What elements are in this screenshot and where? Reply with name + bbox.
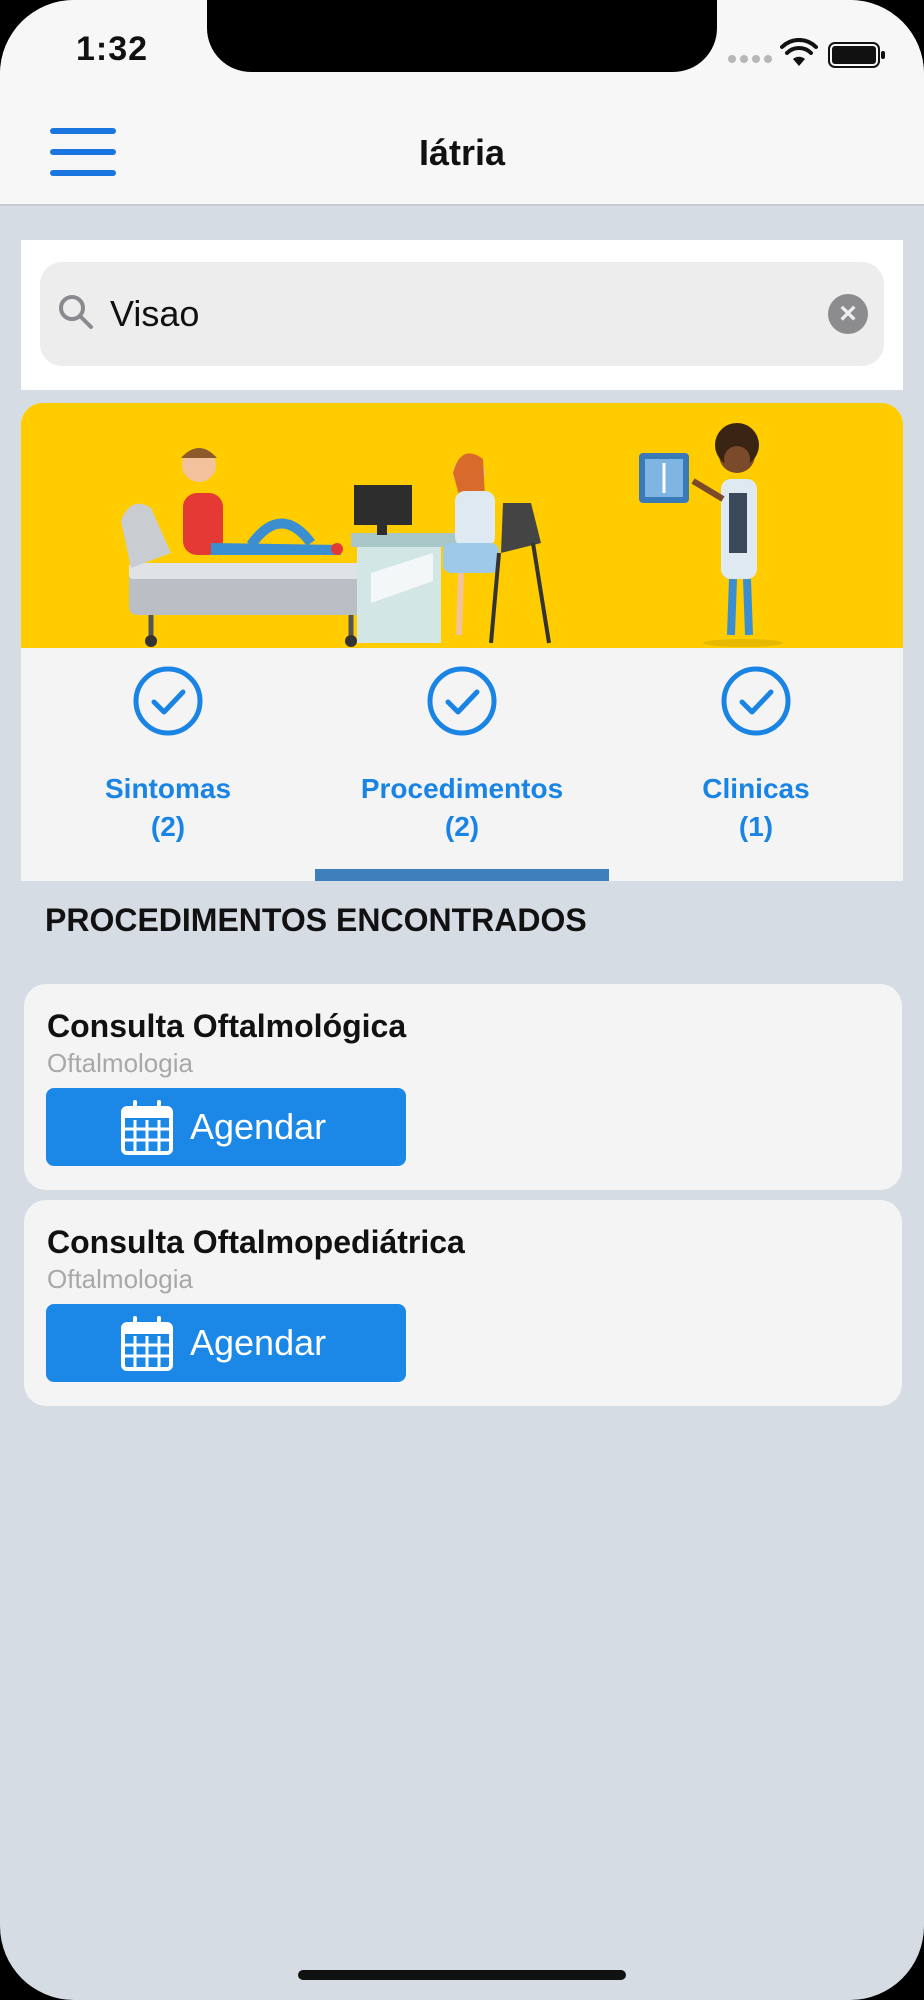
check-circle-icon bbox=[721, 666, 791, 736]
tab-clinicas[interactable]: Clinicas (1) bbox=[609, 665, 903, 846]
search-input[interactable] bbox=[108, 282, 788, 346]
tab-count: (1) bbox=[738, 811, 774, 842]
calendar-icon bbox=[121, 1316, 173, 1371]
procedure-card: Consulta Oftalmopediátrica Oftalmologia … bbox=[24, 1200, 902, 1406]
tab-count: (2) bbox=[150, 811, 186, 842]
search-bar[interactable]: × bbox=[40, 262, 884, 366]
calendar-icon bbox=[121, 1100, 173, 1155]
procedure-name: Consulta Oftalmológica bbox=[47, 1008, 407, 1044]
search-panel: × bbox=[21, 240, 903, 390]
tab-label: Sintomas bbox=[104, 773, 232, 804]
search-icon bbox=[59, 295, 93, 329]
procedure-card: Consulta Oftalmológica Oftalmologia Agen… bbox=[24, 984, 902, 1190]
status-time: 1:32 bbox=[76, 30, 149, 68]
results-tabs-card: Sintomas (2) Procedimentos (2) Clinicas … bbox=[21, 403, 903, 881]
tab-sintomas[interactable]: Sintomas (2) bbox=[21, 665, 315, 846]
device-notch bbox=[207, 0, 717, 72]
tab-label: Procedimentos bbox=[360, 773, 564, 804]
procedure-specialty: Oftalmologia bbox=[47, 1264, 193, 1294]
app-screen: 1:32 Iátria × bbox=[0, 0, 924, 2000]
clear-icon[interactable]: × bbox=[828, 294, 868, 334]
selected-tab-indicator bbox=[315, 869, 609, 881]
page-title: Iátria bbox=[418, 132, 506, 173]
procedure-specialty: Oftalmologia bbox=[47, 1048, 193, 1078]
tab-count: (2) bbox=[444, 811, 480, 842]
check-circle-icon bbox=[133, 666, 203, 736]
battery-icon bbox=[828, 42, 885, 68]
schedule-button-label: Agendar bbox=[190, 1322, 327, 1363]
medical-illustration bbox=[21, 403, 903, 648]
home-indicator[interactable] bbox=[298, 1970, 626, 1980]
wifi-icon bbox=[780, 38, 818, 66]
check-circle-icon bbox=[427, 666, 497, 736]
schedule-button[interactable]: Agendar bbox=[46, 1304, 406, 1382]
schedule-button-label: Agendar bbox=[190, 1106, 327, 1147]
procedure-name: Consulta Oftalmopediátrica bbox=[47, 1224, 465, 1260]
section-title: PROCEDIMENTOS ENCONTRADOS bbox=[45, 902, 587, 938]
cellular-signal-icon bbox=[728, 55, 772, 63]
navigation-bar: 1:32 Iátria bbox=[0, 0, 924, 206]
schedule-button[interactable]: Agendar bbox=[46, 1088, 406, 1166]
tab-label: Clinicas bbox=[702, 773, 810, 804]
tab-procedimentos[interactable]: Procedimentos (2) bbox=[315, 665, 609, 846]
